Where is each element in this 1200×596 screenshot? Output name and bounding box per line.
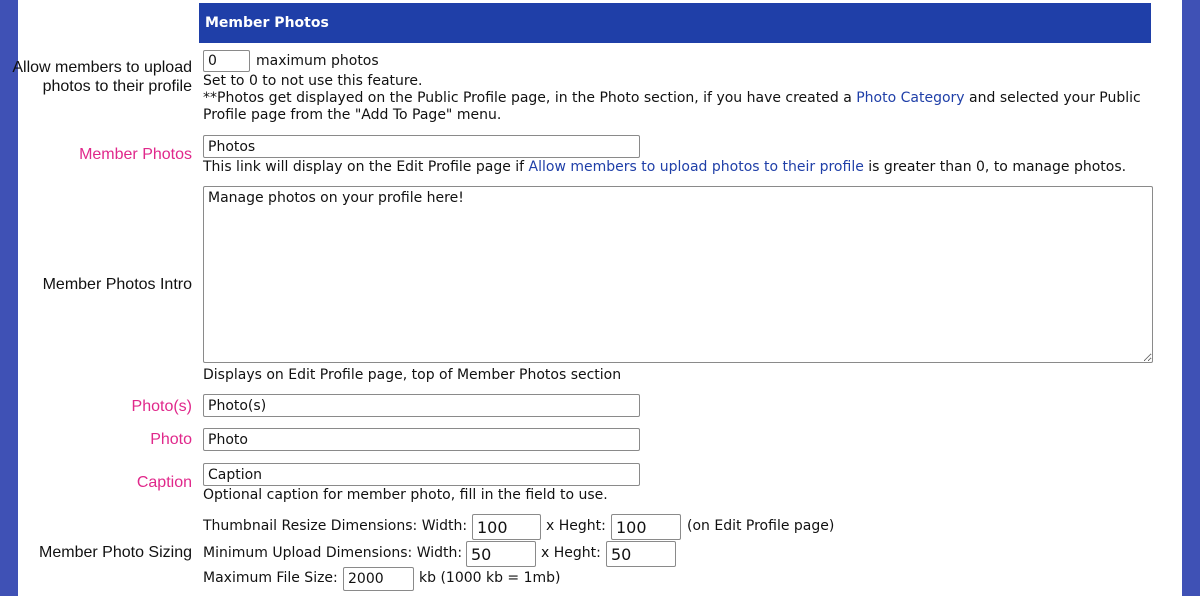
thumb-height-label: x Heght: <box>546 518 606 534</box>
photo-single-label: Photo <box>150 431 192 448</box>
min-height-input[interactable] <box>606 541 676 567</box>
photos-plural-input[interactable] <box>203 394 640 417</box>
max-photos-label: Allow members to upload photos to their … <box>12 59 192 95</box>
min-width-label: Minimum Upload Dimensions: Width: <box>203 545 463 561</box>
max-photos-note: **Photos get displayed on the Public Pro… <box>203 90 1141 106</box>
thumb-width-label: Thumbnail Resize Dimensions: Width: <box>203 518 468 534</box>
member-photos-help: This link will display on the Edit Profi… <box>203 159 1127 175</box>
caption-label: Caption <box>136 474 192 491</box>
thumb-note: (on Edit Profile page) <box>687 518 835 534</box>
member-photos-label: Member Photos <box>79 146 192 163</box>
thumb-width-input[interactable] <box>472 514 541 540</box>
max-photos-help: Set to 0 to not use this feature. <box>203 73 423 89</box>
allow-upload-link[interactable]: Allow members to upload photos to their … <box>529 159 864 175</box>
max-photos-suffix: maximum photos <box>256 53 379 69</box>
photos-plural-label: Photo(s) <box>131 398 192 415</box>
max-photos-input[interactable] <box>203 50 250 72</box>
thumb-height-input[interactable] <box>611 514 681 540</box>
max-size-label: Maximum File Size: <box>203 570 338 586</box>
intro-textarea[interactable]: Manage photos on your profile here! <box>203 186 1153 363</box>
max-photos-note-cont: Profile page from the "Add To Page" menu… <box>203 107 502 123</box>
caption-help: Optional caption for member photo, fill … <box>203 487 608 503</box>
intro-label: Member Photos Intro <box>42 276 192 293</box>
photo-category-link[interactable]: Photo Category <box>856 90 964 106</box>
min-width-input[interactable] <box>466 541 536 567</box>
min-height-label: x Heght: <box>541 545 601 561</box>
max-size-note: kb (1000 kb = 1mb) <box>419 570 561 586</box>
sizing-label: Member Photo Sizing <box>39 544 192 561</box>
max-size-input[interactable] <box>343 567 414 591</box>
intro-help: Displays on Edit Profile page, top of Me… <box>203 367 622 383</box>
caption-input[interactable] <box>203 463 640 486</box>
photo-single-input[interactable] <box>203 428 640 451</box>
member-photos-input[interactable] <box>203 135 640 158</box>
section-header: Member Photos <box>199 3 1151 43</box>
